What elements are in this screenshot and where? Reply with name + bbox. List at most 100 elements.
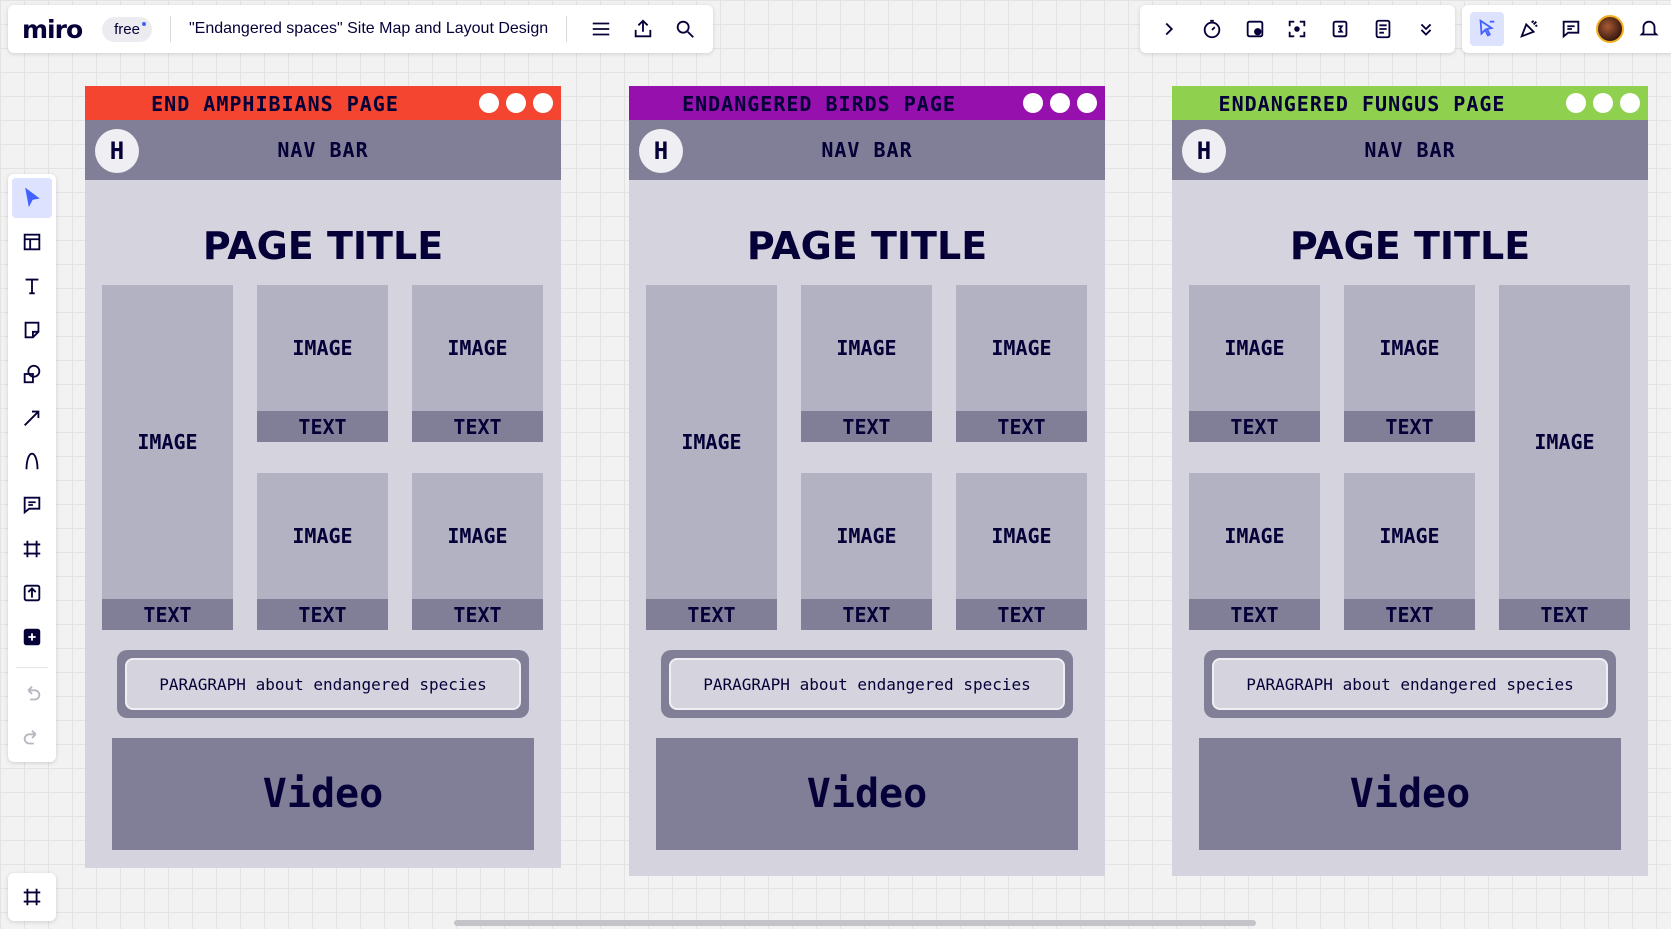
page-title: PAGE TITLE	[202, 224, 444, 268]
text-placeholder-label: TEXT	[257, 599, 388, 630]
image-placeholder-label: IMAGE	[991, 524, 1052, 548]
miro-logo[interactable]: miro	[22, 15, 83, 44]
presence-toolbar	[1462, 5, 1671, 53]
frame-header-bar: ENDANGERED BIRDS PAGE	[629, 86, 1105, 120]
undo-icon[interactable]	[12, 674, 52, 714]
text-placeholder-label: TEXT	[801, 411, 932, 442]
text-icon[interactable]	[12, 266, 52, 306]
page-frame-fungus[interactable]: ENDANGERED FUNGUS PAGE H NAV BAR PAGE TI…	[1172, 86, 1648, 876]
sticky-note-icon[interactable]	[12, 310, 52, 350]
window-dot	[1023, 93, 1043, 113]
frame-title: ENDANGERED FUNGUS PAGE	[1218, 92, 1506, 116]
frame-icon[interactable]	[12, 529, 52, 569]
chevron-right-icon[interactable]	[1152, 12, 1186, 46]
redo-icon[interactable]	[12, 718, 52, 758]
frames-icon	[23, 888, 41, 906]
timer-icon[interactable]	[1195, 12, 1229, 46]
nav-bar: H NAV BAR	[1172, 120, 1648, 180]
tall-image-card: IMAGE TEXT	[1499, 285, 1630, 630]
horizontal-scrollbar[interactable]	[454, 920, 1256, 926]
image-card: IMAGE TEXT	[257, 473, 388, 630]
paragraph-text: PARAGRAPH about endangered species	[669, 658, 1065, 710]
text-placeholder-label: TEXT	[956, 599, 1087, 630]
select-tool-icon[interactable]	[12, 178, 52, 218]
image-placeholder-label: IMAGE	[1534, 430, 1595, 454]
voting-icon[interactable]	[1238, 12, 1272, 46]
page-frame-birds[interactable]: ENDANGERED BIRDS PAGE H NAV BAR PAGE TIT…	[629, 86, 1105, 876]
search-icon[interactable]	[669, 13, 701, 45]
pen-icon[interactable]	[12, 442, 52, 482]
text-placeholder-label: TEXT	[1344, 411, 1475, 442]
nav-bar-label: NAV BAR	[821, 138, 913, 162]
nav-bar: H NAV BAR	[629, 120, 1105, 180]
text-placeholder-label: TEXT	[1189, 599, 1320, 630]
templates-icon[interactable]	[12, 222, 52, 262]
chevron-double-down-icon[interactable]	[1409, 12, 1443, 46]
page-title: PAGE TITLE	[746, 224, 988, 268]
paragraph-block: PARAGRAPH about endangered species	[117, 650, 529, 718]
image-placeholder-label: IMAGE	[836, 524, 897, 548]
frames-panel-button[interactable]	[8, 873, 56, 921]
board-title[interactable]: "Endangered spaces" Site Map and Layout …	[189, 20, 548, 38]
cursor-share-icon[interactable]	[1470, 12, 1504, 46]
image-card: IMAGE TEXT	[801, 285, 932, 442]
page-title: PAGE TITLE	[1289, 224, 1531, 268]
image-card: IMAGE TEXT	[1344, 473, 1475, 630]
board-header: miro free "Endangered spaces" Site Map a…	[8, 5, 713, 53]
menu-icon[interactable]	[585, 13, 617, 45]
frame-title: ENDANGERED BIRDS PAGE	[682, 92, 956, 116]
avatar[interactable]	[1596, 15, 1624, 43]
image-placeholder-label: IMAGE	[836, 336, 897, 360]
image-placeholder-label: IMAGE	[137, 430, 198, 454]
image-card: IMAGE TEXT	[956, 473, 1087, 630]
text-placeholder-label: TEXT	[102, 599, 233, 630]
collaboration-toolbar	[1140, 5, 1455, 53]
image-card: IMAGE TEXT	[956, 285, 1087, 442]
shapes-icon[interactable]	[12, 354, 52, 394]
image-card: IMAGE TEXT	[257, 285, 388, 442]
home-logo-circle: H	[95, 129, 139, 173]
paragraph-block: PARAGRAPH about endangered species	[1204, 650, 1616, 718]
home-logo-circle: H	[639, 129, 683, 173]
comment-icon[interactable]	[12, 485, 52, 525]
image-placeholder-label: IMAGE	[681, 430, 742, 454]
more-apps-icon[interactable]	[12, 617, 52, 657]
image-card: IMAGE TEXT	[1189, 285, 1320, 442]
divider	[16, 667, 48, 669]
export-icon[interactable]	[627, 13, 659, 45]
arrow-icon[interactable]	[12, 398, 52, 438]
frame-title: END AMPHIBIANS PAGE	[151, 92, 399, 116]
image-placeholder-label: IMAGE	[1224, 336, 1285, 360]
tall-image-card: IMAGE TEXT	[646, 285, 777, 630]
bell-icon[interactable]	[1632, 12, 1666, 46]
text-placeholder-label: TEXT	[1344, 599, 1475, 630]
tall-image-card: IMAGE TEXT	[102, 285, 233, 630]
image-placeholder-label: IMAGE	[1379, 524, 1440, 548]
image-placeholder-label: IMAGE	[447, 524, 508, 548]
text-placeholder-label: TEXT	[412, 599, 543, 630]
image-placeholder-label: IMAGE	[447, 336, 508, 360]
notes-icon[interactable]	[1366, 12, 1400, 46]
plan-badge[interactable]: free	[102, 16, 152, 42]
upload-icon[interactable]	[12, 573, 52, 613]
comments-icon[interactable]	[1554, 12, 1588, 46]
calendar-icon[interactable]	[1323, 12, 1357, 46]
home-logo-circle: H	[1182, 129, 1226, 173]
page-frame-amphibians[interactable]: END AMPHIBIANS PAGE H NAV BAR PAGE TITLE…	[85, 86, 561, 868]
creation-toolbar	[8, 174, 56, 762]
nav-bar-label: NAV BAR	[1364, 138, 1456, 162]
divider	[169, 16, 171, 42]
focus-icon[interactable]	[1280, 12, 1314, 46]
text-placeholder-label: TEXT	[412, 411, 543, 442]
paragraph-block: PARAGRAPH about endangered species	[661, 650, 1073, 718]
image-card: IMAGE TEXT	[412, 285, 543, 442]
nav-bar-label: NAV BAR	[277, 138, 369, 162]
reactions-icon[interactable]	[1512, 12, 1546, 46]
video-block: Video	[656, 738, 1078, 850]
text-placeholder-label: TEXT	[646, 599, 777, 630]
video-block: Video	[112, 738, 534, 850]
text-placeholder-label: TEXT	[1189, 411, 1320, 442]
text-placeholder-label: TEXT	[956, 411, 1087, 442]
frame-header-bar: END AMPHIBIANS PAGE	[85, 86, 561, 120]
window-dot	[1077, 93, 1097, 113]
